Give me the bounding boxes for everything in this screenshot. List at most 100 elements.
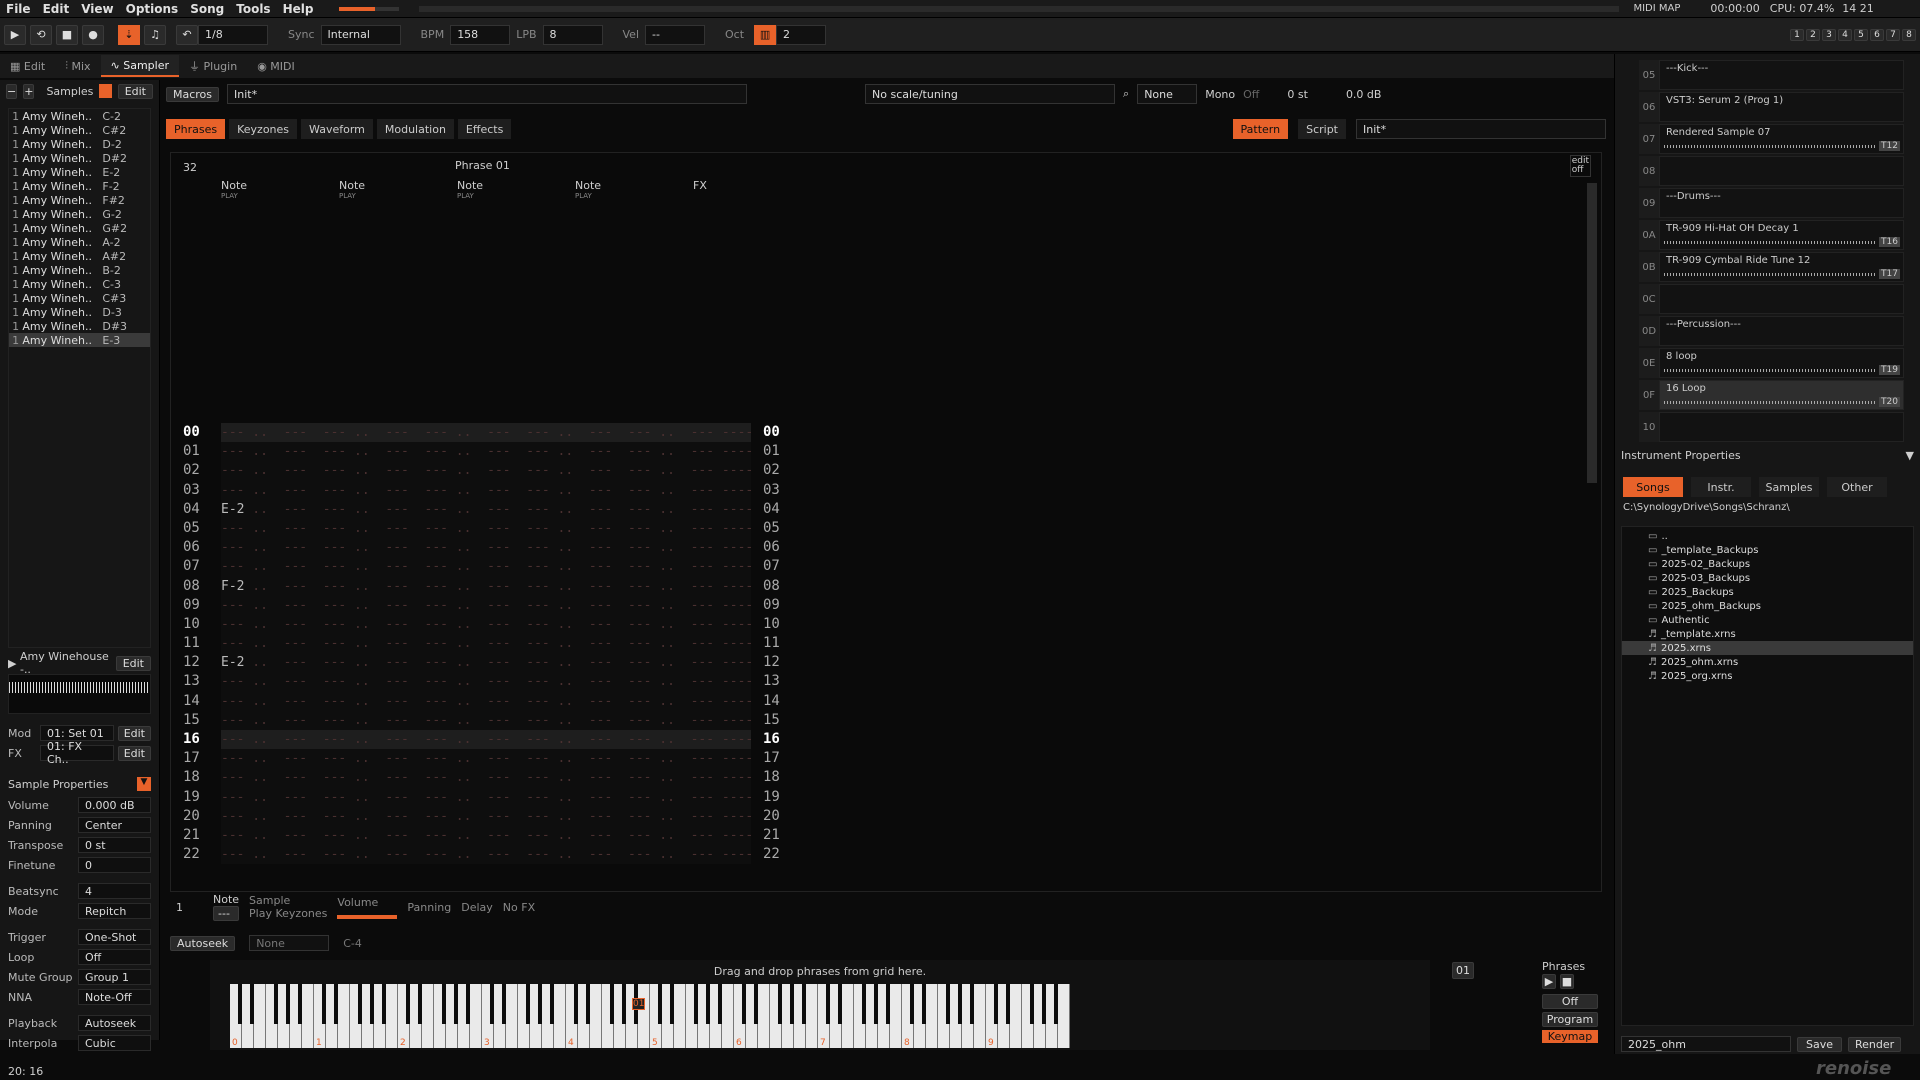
sample-list-item[interactable]: 1 Amy Wineh.. C#3 bbox=[9, 291, 150, 305]
file-browser-item[interactable]: ▭ _template_Backups bbox=[1622, 543, 1913, 557]
instrument-slot[interactable]: 09 ---Drums--- bbox=[1639, 188, 1904, 218]
tab-waveform[interactable]: Waveform bbox=[301, 119, 373, 139]
phrase-off-button[interactable]: Off bbox=[1542, 994, 1598, 1009]
note-cell[interactable]: --- bbox=[221, 463, 244, 478]
sample-edit-icon[interactable] bbox=[99, 84, 112, 98]
sample-list-item[interactable]: 1 Amy Wineh.. B-2 bbox=[9, 263, 150, 277]
phrase-preset-select[interactable]: Init* bbox=[1356, 119, 1606, 139]
sample-list-item[interactable]: 1 Amy Wineh.. D-2 bbox=[9, 137, 150, 151]
tab-edit[interactable]: ▦ Edit bbox=[0, 55, 55, 77]
instrument-slot[interactable]: 0B TR-909 Cymbal Ride Tune 12 T17 bbox=[1639, 252, 1904, 282]
menu-options[interactable]: Options bbox=[126, 2, 179, 16]
loop-icon[interactable]: ⟲ bbox=[30, 24, 52, 45]
property-value[interactable]: 0 bbox=[78, 857, 151, 873]
mono-label[interactable]: Mono bbox=[1205, 88, 1235, 101]
file-browser-item[interactable]: ▭.. bbox=[1622, 529, 1913, 543]
note-cell[interactable]: --- bbox=[221, 425, 244, 440]
phrase-line[interactable]: --- .. --- --- .. --- --- .. --- --- .. … bbox=[221, 749, 753, 768]
save-button[interactable]: Save bbox=[1797, 1036, 1843, 1052]
instrument-body[interactable]: ---Drums--- bbox=[1659, 188, 1904, 218]
piano-white-key[interactable] bbox=[254, 984, 266, 1048]
phrase-lines[interactable]: --- .. --- --- .. --- --- .. --- --- .. … bbox=[221, 423, 753, 865]
piano-white-key[interactable] bbox=[974, 984, 986, 1048]
vertical-scrollbar[interactable] bbox=[1587, 183, 1597, 483]
sample-list-item[interactable]: 1 Amy Wineh.. C#2 bbox=[9, 123, 150, 137]
footer-panning-label[interactable]: Panning bbox=[407, 901, 451, 914]
phrase-line[interactable]: --- .. --- --- .. --- --- .. --- --- .. … bbox=[221, 634, 753, 653]
off-label[interactable]: Off bbox=[1243, 88, 1259, 101]
property-value[interactable]: One-Shot bbox=[78, 929, 151, 945]
phrase-editor[interactable]: 32 Phrase 01 edit off Note PLAY Note PLAY … bbox=[170, 152, 1602, 892]
phrase-line[interactable]: --- .. --- --- .. --- --- .. --- --- .. … bbox=[221, 557, 753, 576]
property-value[interactable]: 4 bbox=[78, 883, 151, 899]
phrase-keymap-button[interactable]: Keymap bbox=[1542, 1030, 1598, 1043]
sample-waveform-thumbnail[interactable] bbox=[8, 674, 151, 714]
file-browser-item[interactable]: ▭ Authentic bbox=[1622, 613, 1913, 627]
oct-field[interactable]: 2 bbox=[776, 24, 827, 45]
tab-songs[interactable]: Songs bbox=[1623, 477, 1683, 497]
property-value[interactable]: Repitch bbox=[78, 903, 151, 919]
menu-file[interactable]: File bbox=[6, 2, 31, 16]
piano-white-key[interactable] bbox=[842, 984, 854, 1048]
tuning-select[interactable]: No scale/tuning bbox=[865, 84, 1116, 104]
piano-white-key[interactable] bbox=[506, 984, 518, 1048]
footer-play-keyzones[interactable]: Play Keyzones bbox=[249, 907, 327, 920]
metronome-icon[interactable]: ♫ bbox=[144, 24, 166, 45]
instrument-body[interactable]: Rendered Sample 07 T12 bbox=[1659, 124, 1904, 154]
piano-white-key[interactable] bbox=[422, 984, 434, 1048]
phrase-program-button[interactable]: Program bbox=[1542, 1012, 1598, 1027]
note-cell[interactable]: --- bbox=[221, 617, 244, 632]
note-cell[interactable]: --- bbox=[221, 809, 244, 824]
column-header-note-2[interactable]: Note PLAY bbox=[339, 179, 457, 200]
transpose-value[interactable]: 0 st bbox=[1287, 88, 1308, 101]
search-icon[interactable]: ⌕ bbox=[1123, 87, 1129, 101]
note-cell[interactable]: --- bbox=[221, 751, 244, 766]
piano-white-key[interactable] bbox=[638, 984, 650, 1048]
autoseek-button[interactable]: Autoseek bbox=[170, 935, 236, 951]
track-btn-4[interactable]: 4 bbox=[1838, 28, 1852, 41]
sample-preview-edit-button[interactable]: Edit bbox=[115, 655, 151, 671]
phrase-line[interactable]: --- .. --- --- .. --- --- .. --- --- .. … bbox=[221, 596, 753, 615]
file-browser-item[interactable]: ▭ 2025-02_Backups bbox=[1622, 557, 1913, 571]
phrase-line[interactable]: --- .. --- --- .. --- --- .. --- --- .. … bbox=[221, 423, 753, 443]
sample-list-item[interactable]: 1 Amy Wineh.. G-2 bbox=[9, 207, 150, 221]
note-cell[interactable]: --- bbox=[221, 828, 244, 843]
track-btn-5[interactable]: 5 bbox=[1854, 28, 1868, 41]
tab-pattern[interactable]: Pattern bbox=[1232, 119, 1289, 139]
file-browser-item[interactable]: ▭ 2025_Backups bbox=[1622, 585, 1913, 599]
vel-field[interactable]: -- bbox=[645, 24, 705, 45]
midi-map-label[interactable]: MIDI MAP bbox=[1633, 3, 1680, 14]
note-cell[interactable]: --- bbox=[221, 694, 244, 709]
instrument-slot[interactable]: 06 VST3: Serum 2 (Prog 1) bbox=[1639, 92, 1904, 122]
phrase-line[interactable]: --- .. --- --- .. --- --- .. --- --- .. … bbox=[221, 672, 753, 691]
menu-tools[interactable]: Tools bbox=[236, 2, 270, 16]
play-sample-icon[interactable]: ▶ bbox=[8, 657, 20, 670]
piano-white-key[interactable] bbox=[758, 984, 770, 1048]
phrase-line[interactable]: --- .. --- --- .. --- --- .. --- --- .. … bbox=[221, 788, 753, 807]
instrument-body[interactable]: 8 loop T19 bbox=[1659, 348, 1904, 378]
footer-note-select[interactable]: --- bbox=[213, 906, 240, 921]
instrument-slot[interactable]: 0D ---Percussion--- bbox=[1639, 316, 1904, 346]
note-cell[interactable]: E-2 bbox=[221, 502, 244, 517]
instrument-preset-select[interactable]: Init* bbox=[227, 84, 748, 104]
note-cell[interactable]: --- bbox=[221, 790, 244, 805]
property-value[interactable]: Note-Off bbox=[78, 989, 151, 1005]
note-cell[interactable]: --- bbox=[221, 521, 244, 536]
instrument-slot[interactable]: 0E 8 loop T19 bbox=[1639, 348, 1904, 378]
tab-effects[interactable]: Effects bbox=[457, 119, 512, 139]
instrument-slot[interactable]: 10 bbox=[1639, 412, 1904, 442]
instrument-body[interactable] bbox=[1659, 284, 1904, 314]
phrase-line[interactable]: --- .. --- --- .. --- --- .. --- --- .. … bbox=[221, 538, 753, 557]
note-cell[interactable]: --- bbox=[221, 674, 244, 689]
chevron-down-icon[interactable]: ▼ bbox=[1906, 449, 1914, 462]
file-browser-item[interactable]: ▭ 2025_ohm_Backups bbox=[1622, 599, 1913, 613]
keymap-keyboard[interactable]: Drag and drop phrases from grid here. 01… bbox=[210, 960, 1430, 1050]
footer-delay-label[interactable]: Delay bbox=[461, 901, 493, 914]
phrase-line[interactable]: --- .. --- --- .. --- --- .. --- --- .. … bbox=[221, 481, 753, 500]
piano-white-key[interactable] bbox=[806, 984, 818, 1048]
column-header-note-1[interactable]: Note PLAY bbox=[221, 179, 339, 200]
piano-white-key[interactable] bbox=[1058, 984, 1070, 1048]
sync-select[interactable]: Internal bbox=[320, 24, 401, 45]
tab-instr[interactable]: Instr. bbox=[1691, 477, 1751, 497]
file-browser-item[interactable]: ♬ 2025.xrns bbox=[1622, 641, 1913, 655]
